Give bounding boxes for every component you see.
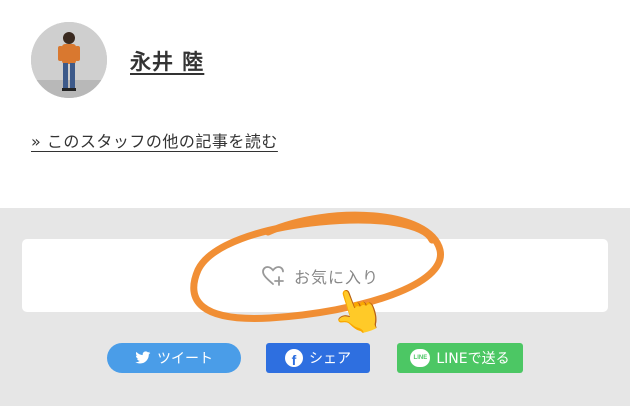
favorite-button[interactable]: お気に入り <box>22 239 608 312</box>
facebook-icon: f <box>285 349 303 367</box>
tweet-button[interactable]: ツイート <box>107 343 241 373</box>
staff-photo <box>31 22 107 98</box>
share-buttons: ツイート f シェア LINE LINEで送る <box>0 343 630 373</box>
facebook-share-label: シェア <box>309 351 351 367</box>
staff-avatar[interactable] <box>31 22 107 98</box>
line-icon: LINE <box>410 349 431 367</box>
other-articles-link[interactable]: » このスタッフの他の記事を読む <box>31 128 278 152</box>
heart-plus-icon <box>262 265 284 286</box>
facebook-share-button[interactable]: f シェア <box>266 343 370 373</box>
staff-section: 永井 陸 » このスタッフの他の記事を読む <box>0 0 630 208</box>
line-send-button[interactable]: LINE LINEで送る <box>397 343 523 373</box>
twitter-bird-icon <box>135 351 151 364</box>
staff-name-link[interactable]: 永井 陸 <box>130 46 204 76</box>
tweet-label: ツイート <box>157 351 213 367</box>
line-send-label: LINEで送る <box>436 351 510 367</box>
